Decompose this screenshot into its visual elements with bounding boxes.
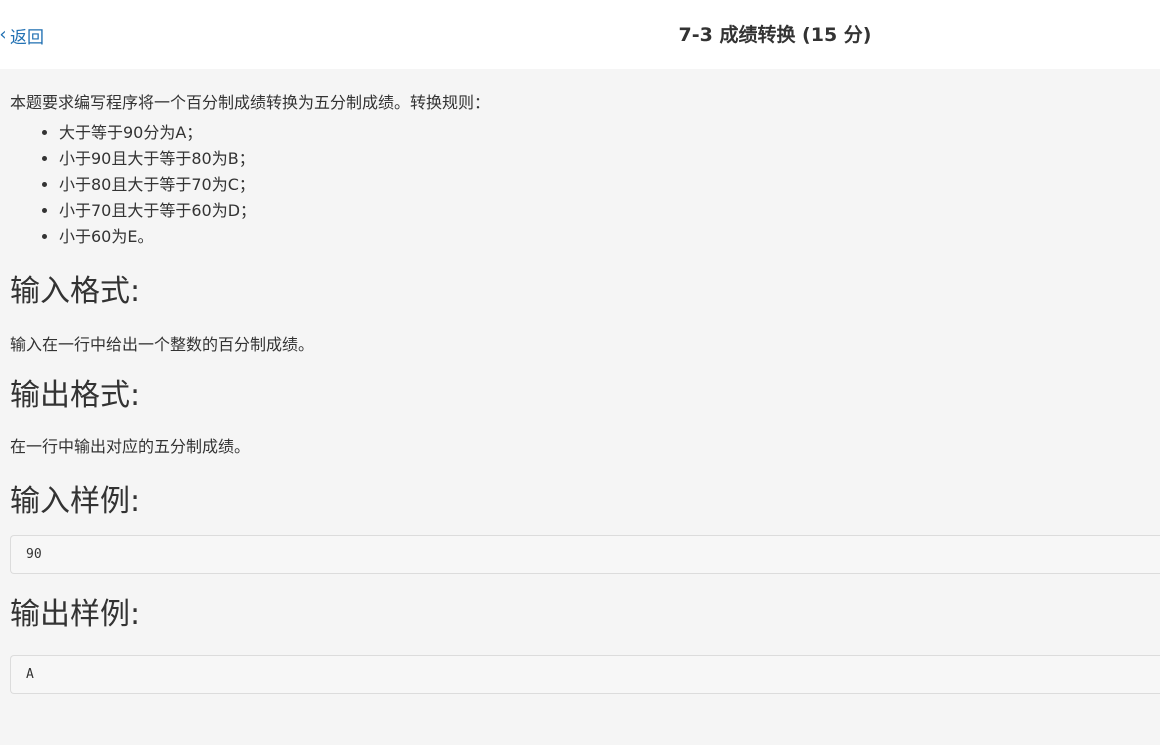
rule-item: 小于70且大于等于60为D；: [59, 198, 1160, 224]
output-format-heading: 输出格式:: [10, 378, 141, 413]
input-format-text: 输入在一行中给出一个整数的百分制成绩。: [10, 335, 315, 354]
sample-input-heading: 输入样例:: [10, 484, 141, 519]
problem-intro: 本题要求编写程序将一个百分制成绩转换为五分制成绩。转换规则：: [10, 93, 491, 112]
output-format-text: 在一行中输出对应的五分制成绩。: [10, 437, 251, 456]
sample-output-heading: 输出样例:: [10, 597, 141, 632]
rule-item: 小于60为E。: [59, 224, 1160, 250]
input-format-heading: 输入格式:: [10, 274, 141, 309]
top-bar: ‹ 返回 7-3 成绩转换 (15 分): [0, 0, 1160, 69]
sample-output-code[interactable]: A: [10, 655, 1160, 694]
rule-item: 大于等于90分为A；: [59, 120, 1160, 146]
chevron-left-icon: ‹: [0, 24, 7, 45]
back-label: 返回: [10, 27, 44, 48]
sample-input-code[interactable]: 90: [10, 535, 1160, 574]
page-title: 7-3 成绩转换 (15 分): [678, 24, 872, 46]
back-button[interactable]: ‹ 返回: [0, 23, 44, 48]
rule-item: 小于80且大于等于70为C；: [59, 172, 1160, 198]
rules-list: 大于等于90分为A； 小于90且大于等于80为B； 小于80且大于等于70为C；…: [10, 120, 1160, 250]
rule-item: 小于90且大于等于80为B；: [59, 146, 1160, 172]
problem-content: 本题要求编写程序将一个百分制成绩转换为五分制成绩。转换规则： 大于等于90分为A…: [10, 90, 1160, 694]
